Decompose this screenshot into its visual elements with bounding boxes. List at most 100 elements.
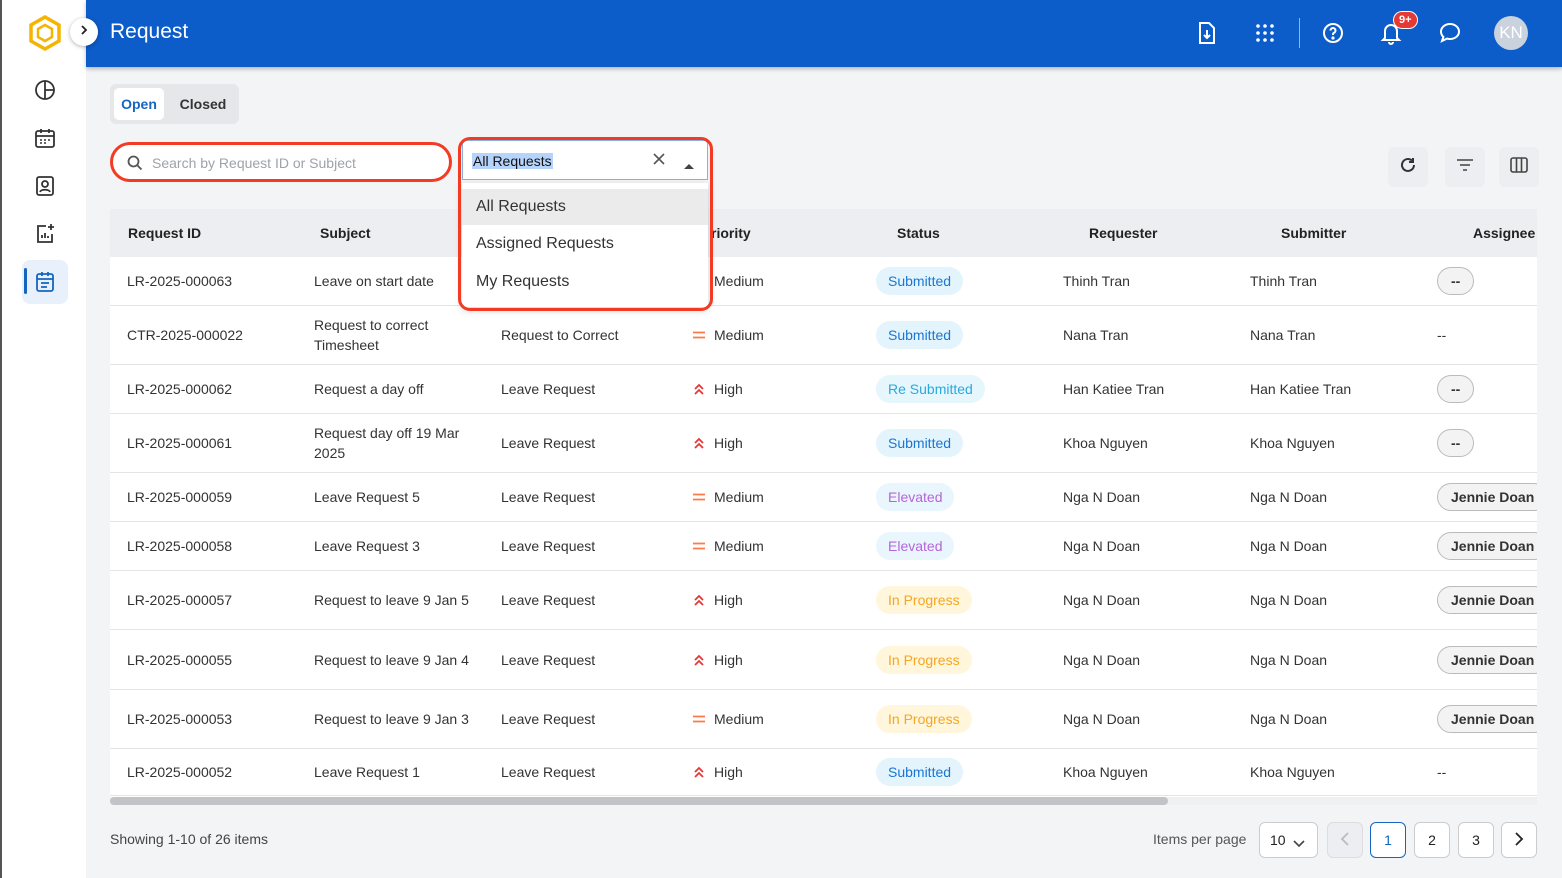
status-badge: Submitted [876,758,964,786]
request-id-cell[interactable]: LR-2025-000058 [127,536,307,556]
assignee-chip[interactable]: Jennie Doan [1437,532,1537,560]
priority-label: Medium [714,273,764,289]
scrollbar-thumb[interactable] [110,797,1168,805]
pie-chart-icon[interactable] [22,68,68,112]
assignee-chip[interactable]: Jennie Doan [1437,586,1537,614]
avatar[interactable]: KN [1494,16,1528,50]
report-add-icon[interactable] [22,212,68,256]
page-1-button[interactable]: 1 [1370,822,1406,858]
option-assigned-requests[interactable]: Assigned Requests [462,226,708,262]
app-logo-icon [28,14,62,52]
next-page-button[interactable] [1501,822,1537,858]
assignee-chip[interactable]: Jennie Doan [1437,483,1537,511]
request-id-cell[interactable]: LR-2025-000062 [127,379,307,399]
table-row[interactable]: LR-2025-000063 Leave on start date Medium S… [110,257,1537,306]
table-row[interactable]: LR-2025-000062 Request a day off Leave Req… [110,365,1537,414]
request-filter-menu: All Requests Assigned Requests My Reques… [462,183,708,307]
requester-cell: Nga N Doan [1063,711,1141,727]
help-icon[interactable] [1318,18,1348,48]
tab-open[interactable]: Open [114,88,164,120]
priority-cell: High [692,433,743,453]
priority-medium-icon [692,489,706,503]
column-header-status[interactable]: Status [897,225,940,241]
subject-cell: Request day off 19 Mar 2025 [314,425,460,461]
requester-cell: Nga N Doan [1063,651,1141,668]
apps-grid-icon[interactable] [1250,18,1280,48]
option-my-requests[interactable]: My Requests [462,264,708,300]
type-cell: Leave Request [501,651,596,668]
chevron-left-icon [1340,831,1350,849]
assignee-chip[interactable]: Jennie Doan [1437,645,1537,674]
priority-label: High [714,651,743,668]
table-row[interactable]: LR-2025-000057 Request to leave 9 Jan 5 Le… [110,571,1537,630]
subject-cell: Request to leave 9 Jan 5 [314,592,469,608]
column-header-requester[interactable]: Requester [1089,225,1157,241]
request-id-cell[interactable]: LR-2025-000063 [127,271,307,291]
type-cell: Leave Request [501,711,596,727]
request-id-cell[interactable]: LR-2025-000057 [127,590,307,610]
request-id-cell[interactable]: LR-2025-000055 [127,650,307,670]
tab-closed[interactable]: Closed [172,88,234,120]
assignee-chip[interactable]: -- [1437,267,1475,295]
request-calendar-icon[interactable] [22,260,68,304]
table-row[interactable]: LR-2025-000052 Leave Request 1 Leave Reque… [110,749,1537,796]
page-3-button[interactable]: 3 [1458,822,1494,858]
option-all-requests[interactable]: All Requests [462,189,708,225]
table-row[interactable]: LR-2025-000055 Request to leave 9 Jan 4 Le… [110,630,1537,690]
priority-high-icon [692,764,706,778]
request-id-cell[interactable]: LR-2025-000061 [127,433,307,453]
calendar-icon[interactable] [22,116,68,160]
column-header-assignee[interactable]: Assignee [1473,225,1535,241]
assignee-chip[interactable]: Jennie Doan [1437,705,1537,733]
chevron-right-icon [1514,831,1524,849]
priority-label: High [714,435,743,451]
caret-up-icon[interactable] [683,157,695,175]
table-row[interactable]: CTR-2025-000022 Request to correct Timesh… [110,306,1537,365]
request-id-cell[interactable]: CTR-2025-000022 [127,325,307,345]
chat-icon[interactable] [1435,18,1465,48]
table-row[interactable]: LR-2025-000061 Request day off 19 Mar 202… [110,414,1537,473]
request-filter-select[interactable]: All Requests [462,140,708,180]
request-id-cell[interactable]: LR-2025-000052 [127,762,307,782]
priority-high-icon [692,435,706,449]
requester-cell: Nga N Doan [1063,489,1141,505]
clear-icon[interactable] [651,151,667,172]
column-header-submitter[interactable]: Submitter [1281,225,1346,241]
expand-sidebar-button[interactable] [70,18,98,46]
request-id-cell[interactable]: LR-2025-000059 [127,487,307,507]
table-row[interactable]: LR-2025-000053 Request to leave 9 Jan 3 Le… [110,690,1537,749]
priority-cell: Medium [692,709,764,729]
columns-button[interactable] [1499,147,1539,187]
column-header-subject[interactable]: Subject [320,225,371,241]
column-header-priority[interactable]: riority [711,225,751,241]
request-id-cell[interactable]: LR-2025-000053 [127,709,307,729]
priority-cell: Medium [692,487,764,507]
priority-medium-icon [692,327,706,341]
priority-high-icon [692,592,706,606]
filter-button[interactable] [1445,147,1485,187]
submitter-cell: Nga N Doan [1250,711,1328,727]
submitter-cell: Khoa Nguyen [1250,764,1335,780]
refresh-button[interactable] [1388,147,1428,187]
export-file-icon[interactable] [1192,18,1222,48]
search-input[interactable] [152,153,442,173]
contact-card-icon[interactable] [22,164,68,208]
table-row[interactable]: LR-2025-000059 Leave Request 5 Leave Reque… [110,473,1537,522]
assignee-chip[interactable]: -- [1437,375,1475,403]
chevron-down-icon [1293,835,1305,851]
priority-high-icon [692,652,706,666]
page-2-button[interactable]: 2 [1414,822,1450,858]
prev-page-button[interactable] [1327,822,1363,858]
requester-cell: Han Katiee Tran [1063,381,1165,397]
items-per-page-label: Items per page [1153,831,1247,847]
assignee-chip[interactable]: -- [1437,429,1475,457]
status-badge: Submitted [876,429,964,457]
subject-cell: Request to correct Timesheet [314,317,429,353]
column-header-request-id[interactable]: Request ID [128,225,201,241]
horizontal-scrollbar[interactable] [110,797,1537,805]
requests-table: Request ID Subject riority Status Reques… [110,209,1537,805]
items-per-page-select[interactable]: 10 [1259,822,1318,858]
type-cell: Leave Request [501,764,596,780]
table-row[interactable]: LR-2025-000058 Leave Request 3 Leave Reque… [110,522,1537,571]
toolbar-divider [1299,18,1300,48]
